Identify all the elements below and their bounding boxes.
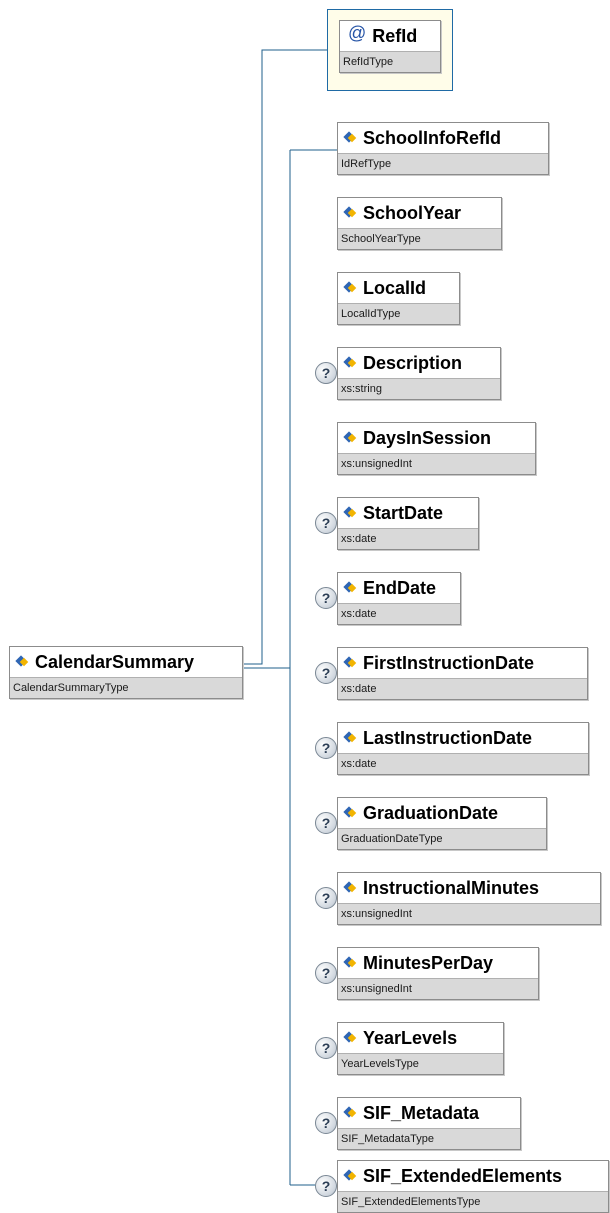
- attribute-node-refid[interactable]: @ RefId RefIdType: [339, 20, 441, 73]
- element-node-firstinstructiondate[interactable]: FirstInstructionDate xs:date: [337, 647, 588, 700]
- element-node-daysinsession[interactable]: DaysInSession xs:unsignedInt: [337, 422, 536, 475]
- element-node-sif-extendedelements[interactable]: SIF_ExtendedElements SIF_ExtendedElements…: [337, 1160, 609, 1213]
- element-name: InstructionalMinutes: [363, 877, 540, 898]
- element-diamond-icon: [342, 281, 358, 295]
- element-node-localid[interactable]: LocalId LocalIdType: [337, 272, 460, 325]
- element-diamond-icon: [342, 581, 358, 595]
- element-type: xs:date: [338, 678, 587, 699]
- element-name: StartDate: [363, 502, 444, 523]
- element-diamond-icon: [342, 506, 358, 520]
- element-name: MinutesPerDay: [363, 952, 494, 973]
- attribute-type: RefIdType: [340, 51, 440, 72]
- optional-question-icon: ?: [315, 1112, 337, 1134]
- element-node-yearlevels[interactable]: YearLevels YearLevelsType: [337, 1022, 504, 1075]
- element-name: SchoolYear: [363, 202, 462, 223]
- optional-question-icon: ?: [315, 662, 337, 684]
- element-name: EndDate: [363, 577, 437, 598]
- element-diamond-icon: [342, 731, 358, 745]
- element-type: YearLevelsType: [338, 1053, 503, 1074]
- optional-question-icon: ?: [315, 737, 337, 759]
- element-name: Description: [363, 352, 463, 373]
- element-diamond-icon: [342, 356, 358, 370]
- element-diamond-icon: [342, 806, 358, 820]
- element-type: xs:unsignedInt: [338, 903, 600, 924]
- element-node-sif-metadata[interactable]: SIF_Metadata SIF_MetadataType: [337, 1097, 521, 1150]
- optional-question-icon: ?: [315, 962, 337, 984]
- element-node-enddate[interactable]: EndDate xs:date: [337, 572, 461, 625]
- element-diamond-icon: [342, 206, 358, 220]
- element-name: FirstInstructionDate: [363, 652, 535, 673]
- element-name: YearLevels: [363, 1027, 458, 1048]
- root-node-calendarsummary[interactable]: CalendarSummary CalendarSummaryType: [9, 646, 243, 699]
- element-name: SIF_ExtendedElements: [363, 1165, 563, 1186]
- element-diamond-icon: [342, 431, 358, 445]
- element-name: LocalId: [363, 277, 427, 298]
- element-type: IdRefType: [338, 153, 548, 174]
- element-type: xs:string: [338, 378, 500, 399]
- element-diamond-icon: [342, 881, 358, 895]
- optional-question-icon: ?: [315, 812, 337, 834]
- optional-question-icon: ?: [315, 512, 337, 534]
- element-node-description[interactable]: Description xs:string: [337, 347, 501, 400]
- optional-question-icon: ?: [315, 887, 337, 909]
- element-name: SchoolInfoRefId: [363, 127, 501, 148]
- element-diamond-icon: [342, 656, 358, 670]
- optional-question-icon: ?: [315, 1175, 337, 1197]
- element-node-lastinstructiondate[interactable]: LastInstructionDate xs:date: [337, 722, 589, 775]
- root-name: CalendarSummary: [35, 651, 195, 672]
- connector-lines: [242, 49, 337, 1186]
- schema-diagram: @ RefId RefIdType CalendarSummary Calend…: [0, 0, 610, 1213]
- element-type: xs:unsignedInt: [338, 978, 538, 999]
- element-type: xs:date: [338, 753, 588, 774]
- element-node-instructionalminutes[interactable]: InstructionalMinutes xs:unsignedInt: [337, 872, 601, 925]
- root-to-attribute-line: [242, 49, 327, 665]
- element-type: GraduationDateType: [338, 828, 546, 849]
- element-diamond-icon: [342, 1106, 358, 1120]
- attribute-at-icon: @: [348, 22, 367, 43]
- element-diamond-icon: [342, 131, 358, 145]
- root-type: CalendarSummaryType: [10, 677, 242, 698]
- element-type: SIF_MetadataType: [338, 1128, 520, 1149]
- optional-question-icon: ?: [315, 1037, 337, 1059]
- element-node-schoolinforefid[interactable]: SchoolInfoRefId IdRefType: [337, 122, 549, 175]
- element-type: SIF_ExtendedElementsType: [338, 1191, 608, 1212]
- element-type: xs:date: [338, 603, 460, 624]
- element-type: SchoolYearType: [338, 228, 501, 249]
- optional-question-icon: ?: [315, 362, 337, 384]
- element-diamond-icon: [342, 956, 358, 970]
- element-diamond-icon: [14, 655, 30, 669]
- element-name: LastInstructionDate: [363, 727, 533, 748]
- element-type: xs:unsignedInt: [338, 453, 535, 474]
- element-node-schoolyear[interactable]: SchoolYear SchoolYearType: [337, 197, 502, 250]
- element-name: DaysInSession: [363, 427, 492, 448]
- element-type: xs:date: [338, 528, 478, 549]
- element-type: LocalIdType: [338, 303, 459, 324]
- element-node-graduationdate[interactable]: GraduationDate GraduationDateType: [337, 797, 547, 850]
- element-name: GraduationDate: [363, 802, 499, 823]
- element-diamond-icon: [342, 1169, 358, 1183]
- element-name: SIF_Metadata: [363, 1102, 480, 1123]
- attribute-name: RefId: [372, 25, 418, 46]
- optional-question-icon: ?: [315, 587, 337, 609]
- element-node-startdate[interactable]: StartDate xs:date: [337, 497, 479, 550]
- element-diamond-icon: [342, 1031, 358, 1045]
- element-node-minutesperday[interactable]: MinutesPerDay xs:unsignedInt: [337, 947, 539, 1000]
